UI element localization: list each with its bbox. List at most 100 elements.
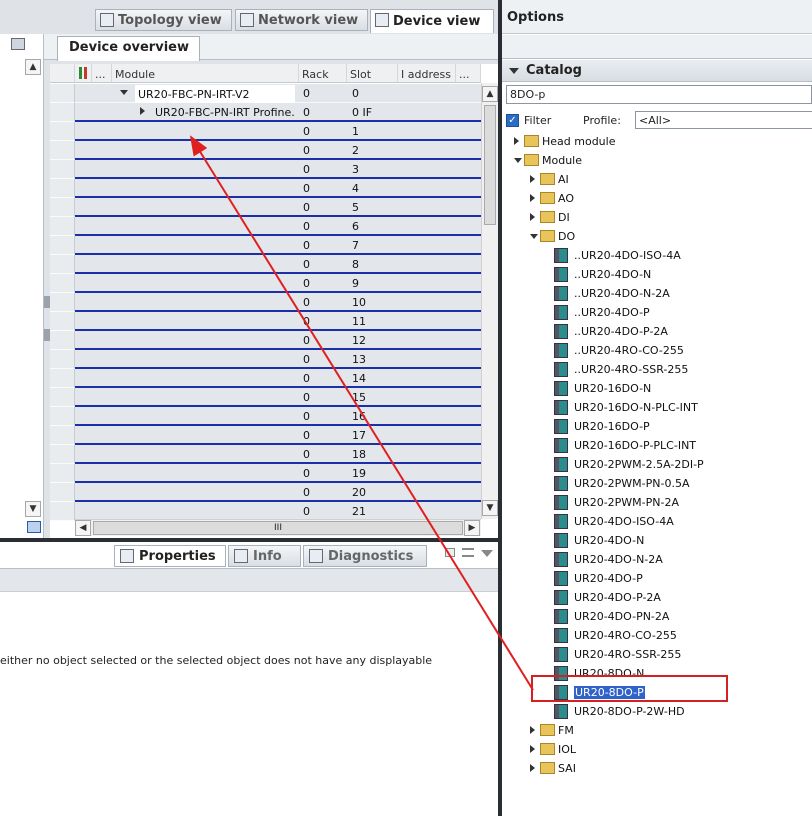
tree-item[interactable]: UR20-4RO-CO-255 — [502, 627, 812, 645]
row-header[interactable] — [50, 198, 75, 217]
tab-properties[interactable]: Properties — [114, 545, 226, 567]
table-row[interactable]: 0 16 — [75, 407, 481, 426]
row-header[interactable] — [50, 236, 75, 255]
tree-item[interactable]: ..UR20-4DO-P — [502, 304, 812, 322]
header-flag[interactable]: ... — [92, 64, 112, 83]
tab-network-view[interactable]: Network view — [235, 9, 368, 31]
tree-folder[interactable]: AI — [502, 171, 812, 189]
tree-item[interactable]: UR20-2PWM-2.5A-2DI-P — [502, 456, 812, 474]
tree-item[interactable]: UR20-8DO-P-2W-HD — [502, 703, 812, 721]
collapsed-triangle-icon[interactable] — [530, 175, 535, 183]
tree-item[interactable]: ..UR20-4DO-ISO-4A — [502, 247, 812, 265]
collapsed-triangle-icon[interactable] — [514, 137, 519, 145]
table-row[interactable]: 06 — [75, 217, 481, 236]
header-iaddress[interactable]: I address — [398, 64, 456, 83]
catalog-search-input[interactable]: 8DO-p — [506, 85, 812, 104]
row-header[interactable] — [50, 388, 75, 407]
hscroll-thumb[interactable]: III — [93, 521, 463, 535]
scroll-up-button[interactable]: ▲ — [25, 59, 41, 75]
row-header[interactable] — [50, 312, 75, 331]
tree-item[interactable]: UR20-16DO-P — [502, 418, 812, 436]
collapse-icon[interactable] — [481, 550, 493, 557]
tree-folder[interactable]: SAI — [502, 760, 812, 778]
hscroll-left-button[interactable]: ◀ — [75, 520, 91, 536]
tree-folder[interactable]: AO — [502, 190, 812, 208]
table-row[interactable]: 0 17 — [75, 426, 481, 445]
collapsed-triangle-icon[interactable] — [530, 764, 535, 772]
row-header[interactable] — [50, 255, 75, 274]
tab-info[interactable]: Info — [228, 545, 301, 567]
table-horizontal-scrollbar[interactable]: ◀ III ▶ — [75, 519, 481, 536]
row-header[interactable] — [50, 407, 75, 426]
hscroll-right-button[interactable]: ▶ — [464, 520, 480, 536]
tab-topology-view[interactable]: Topology view — [95, 9, 232, 31]
toolbar-icon[interactable] — [11, 38, 25, 50]
table-row[interactable]: 0 15 — [75, 388, 481, 407]
table-row[interactable]: 05 — [75, 198, 481, 217]
tree-folder[interactable]: DO — [502, 228, 812, 246]
tree-item[interactable]: UR20-4DO-N — [502, 532, 812, 550]
tree-item[interactable]: ..UR20-4DO-N — [502, 266, 812, 284]
filter-checkbox[interactable]: ✓ — [506, 114, 519, 127]
tree-item[interactable]: ..UR20-4DO-P-2A — [502, 323, 812, 341]
row-header[interactable] — [50, 179, 75, 198]
table-row[interactable]: 0 10 — [75, 293, 481, 312]
collapsed-triangle-icon[interactable] — [530, 745, 535, 753]
table-row[interactable]: 08 — [75, 255, 481, 274]
tree-item[interactable]: UR20-2PWM-PN-0.5A — [502, 475, 812, 493]
table-row[interactable]: 01 — [75, 122, 481, 141]
row-header[interactable] — [50, 445, 75, 464]
table-row[interactable]: UR20-FBC-PN-IRT Profine... 0 0 IF — [75, 103, 481, 122]
table-row[interactable]: 0 11 — [75, 312, 481, 331]
row-header[interactable] — [50, 426, 75, 445]
row-header[interactable] — [50, 369, 75, 388]
tree-item[interactable]: UR20-4DO-P — [502, 570, 812, 588]
tree-item[interactable]: UR20-4DO-PN-2A — [502, 608, 812, 626]
row-header[interactable] — [50, 84, 75, 103]
tree-item[interactable]: ..UR20-4RO-SSR-255 — [502, 361, 812, 379]
table-row[interactable]: 0 18 — [75, 445, 481, 464]
collapsed-triangle-icon[interactable] — [530, 726, 535, 734]
catalog-header[interactable]: Catalog — [502, 60, 812, 82]
tree-folder[interactable]: Module — [502, 152, 812, 170]
expand-icon[interactable] — [27, 521, 41, 533]
tree-item[interactable]: UR20-4RO-SSR-255 — [502, 646, 812, 664]
table-row[interactable]: 0 13 — [75, 350, 481, 369]
tree-item[interactable]: UR20-16DO-N — [502, 380, 812, 398]
table-row[interactable]: 02 — [75, 141, 481, 160]
tree-folder[interactable]: Head module — [502, 133, 812, 151]
row-header[interactable] — [50, 350, 75, 369]
row-header[interactable] — [50, 293, 75, 312]
header-rack[interactable]: Rack — [299, 64, 347, 83]
vscroll-up-button[interactable]: ▲ — [482, 86, 498, 102]
table-vertical-scrollbar[interactable]: ▲ ▼ — [481, 83, 498, 519]
scroll-down-button[interactable]: ▼ — [25, 501, 41, 517]
tree-item[interactable]: UR20-4DO-N-2A — [502, 551, 812, 569]
vscroll-down-button[interactable]: ▼ — [482, 500, 498, 516]
tree-item[interactable]: ..UR20-4DO-N-2A — [502, 285, 812, 303]
table-row[interactable]: 0 14 — [75, 369, 481, 388]
tab-diagnostics[interactable]: Diagnostics — [303, 545, 427, 567]
tree-folder[interactable]: FM — [502, 722, 812, 740]
tree-folder[interactable]: IOL — [502, 741, 812, 759]
tree-folder[interactable]: DI — [502, 209, 812, 227]
vscroll-thumb[interactable] — [484, 105, 496, 225]
row-header[interactable] — [50, 103, 75, 122]
table-row[interactable]: UR20-FBC-PN-IRT-V2 0 0 — [75, 84, 481, 104]
tree-item[interactable]: UR20-16DO-P-PLC-INT — [502, 437, 812, 455]
table-row[interactable]: 09 — [75, 274, 481, 293]
table-row[interactable]: 04 — [75, 179, 481, 198]
row-header[interactable] — [50, 464, 75, 483]
expanded-triangle-icon[interactable] — [514, 158, 522, 163]
table-row[interactable]: 0 20 — [75, 483, 481, 502]
profile-select[interactable]: <All> — [635, 111, 812, 129]
row-header[interactable] — [50, 483, 75, 502]
tree-item[interactable]: UR20-16DO-N-PLC-INT — [502, 399, 812, 417]
header-slot[interactable]: Slot — [347, 64, 398, 83]
row-header[interactable] — [50, 122, 75, 141]
device-overview-tab[interactable]: Device overview — [57, 36, 200, 61]
table-row[interactable]: 03 — [75, 160, 481, 179]
header-more[interactable]: ... — [456, 64, 481, 83]
expand-triangle-icon[interactable] — [120, 90, 128, 95]
row-header[interactable] — [50, 160, 75, 179]
